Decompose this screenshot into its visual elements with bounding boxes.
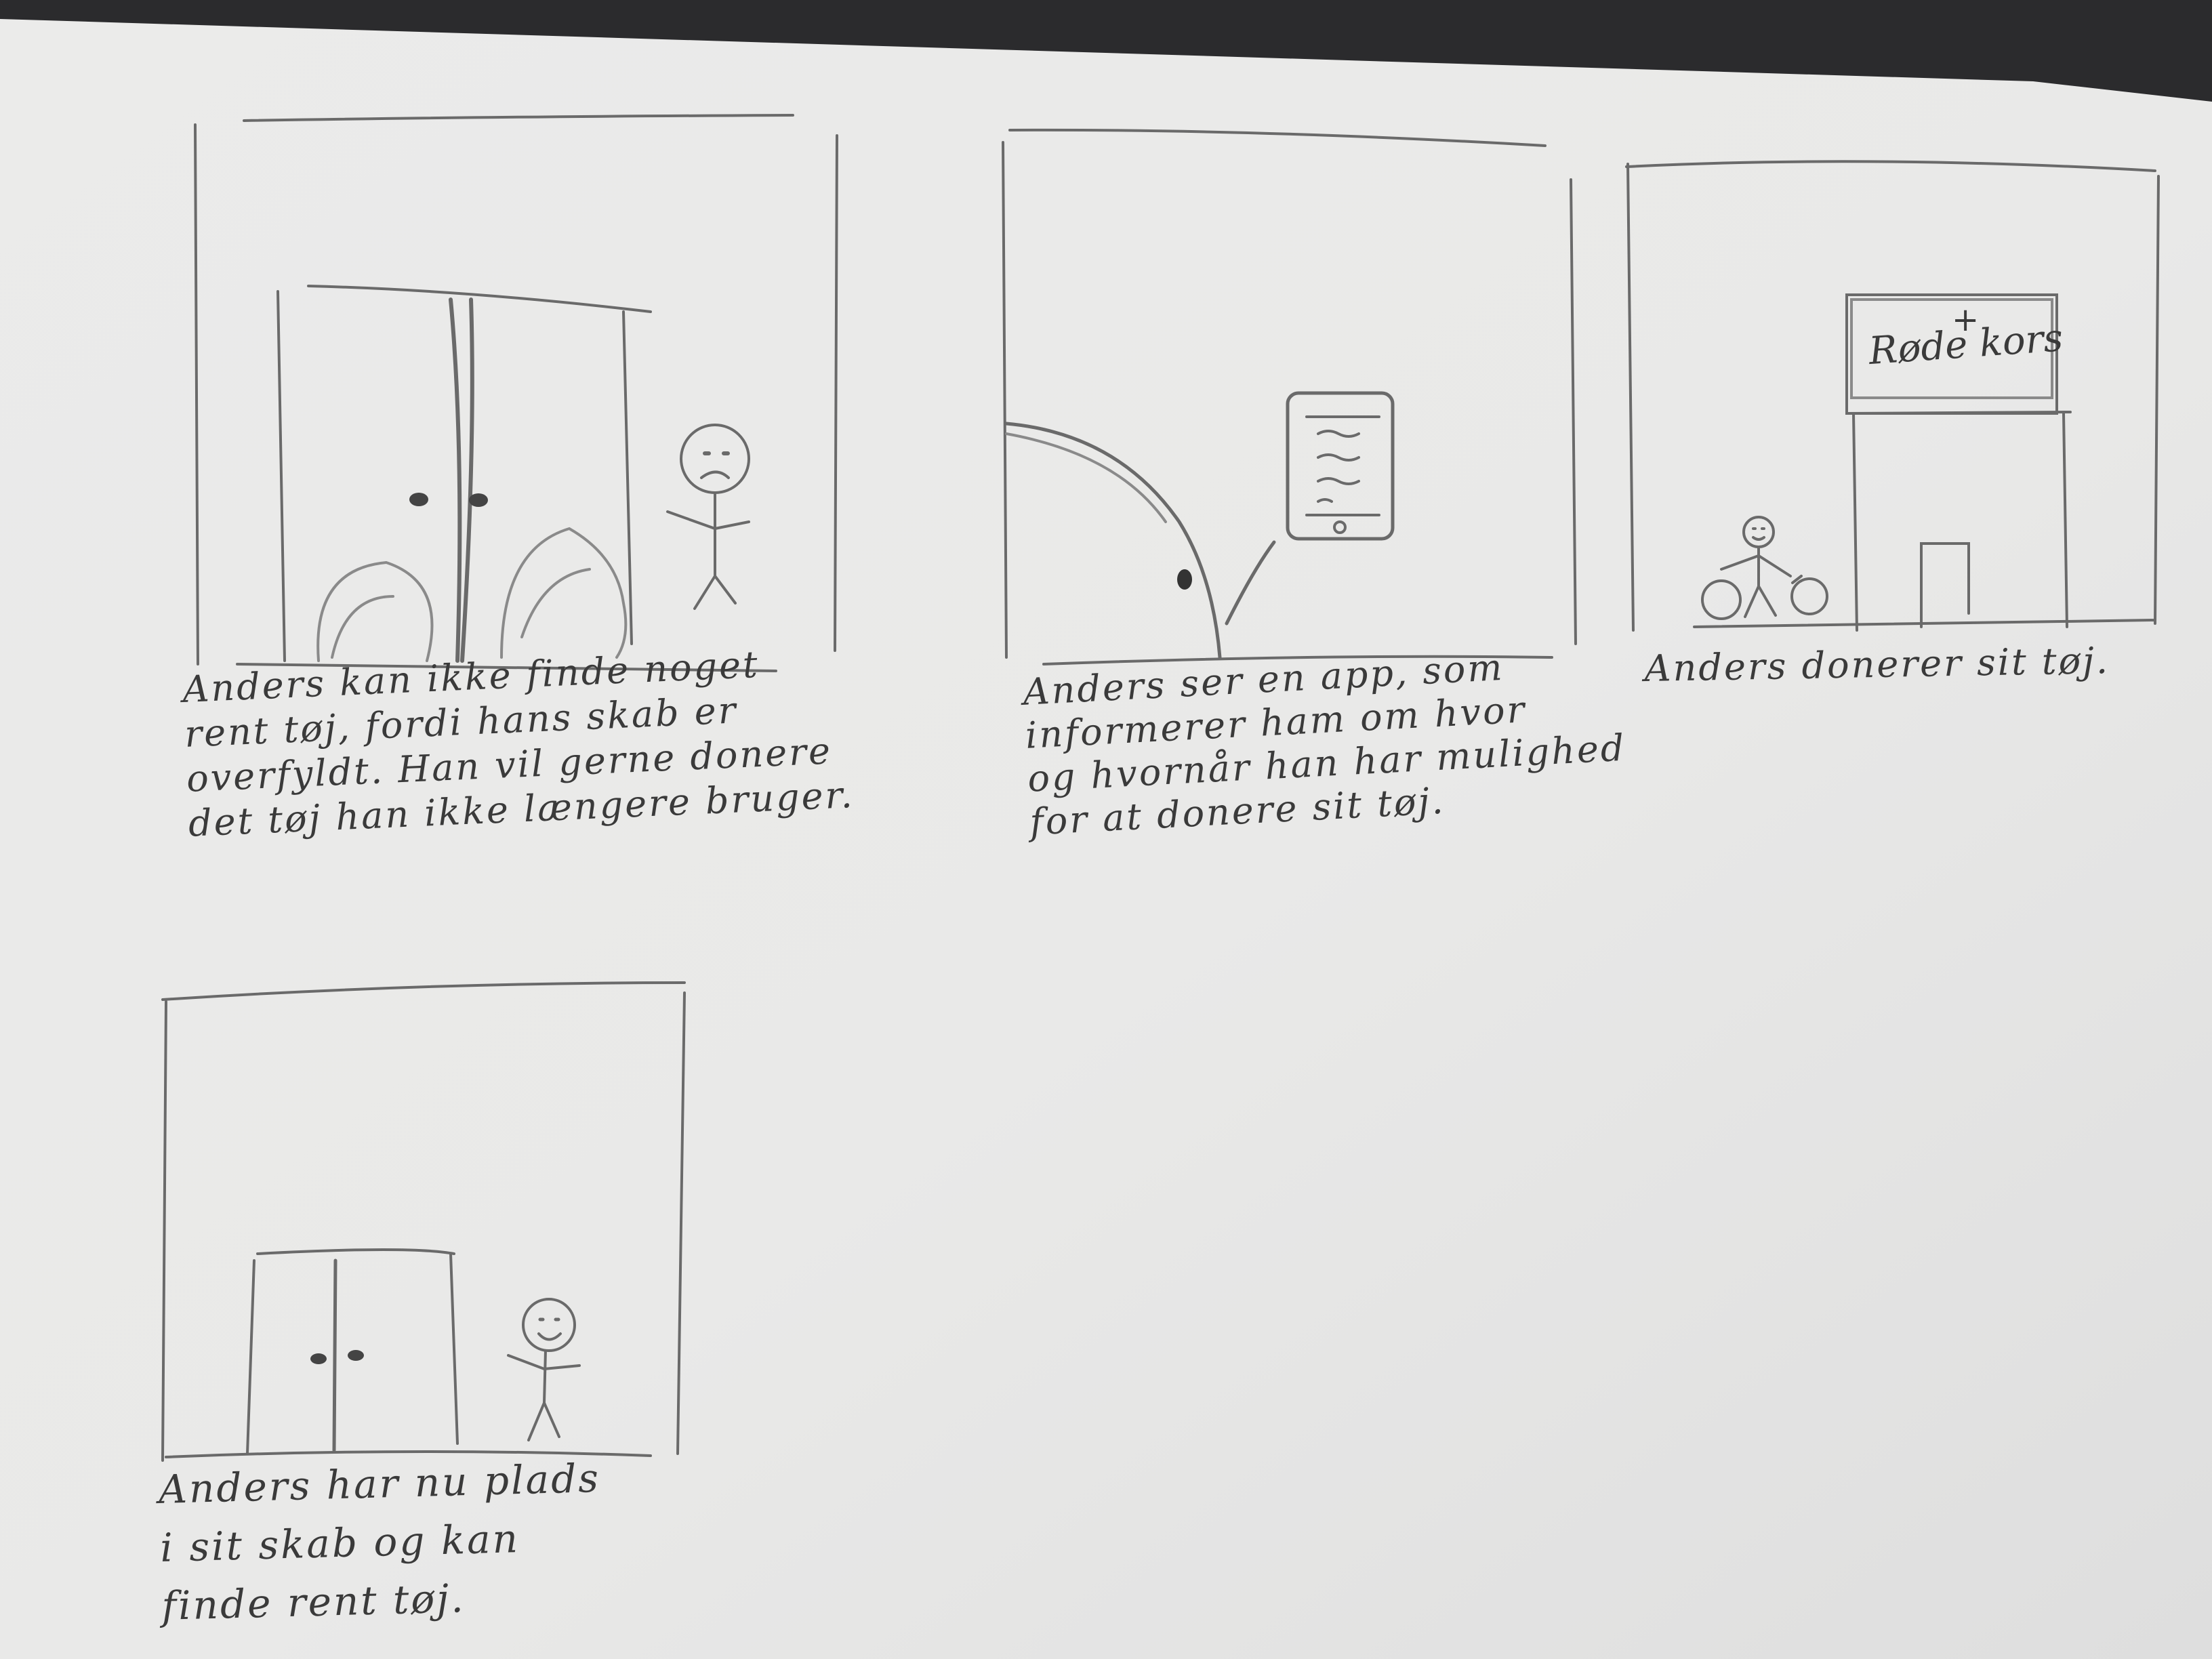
door-knob: [409, 493, 428, 506]
storyboard-photo: Anders kan ikke finde noget rent tøj, fo…: [0, 0, 2212, 1659]
panel-1-caption: Anders kan ikke finde noget rent tøj, fo…: [182, 642, 855, 845]
door-knob: [348, 1350, 364, 1361]
panel-4-caption: Anders har nu plads i sit skab og kan fi…: [158, 1454, 601, 1629]
panel-3: Røde kors + Anders donerer sit tøj.: [1613, 149, 2175, 718]
smartphone-icon: [1286, 391, 1395, 541]
panel-3-drawing: Røde kors +: [1625, 160, 2160, 632]
cross-icon: +: [1952, 301, 1979, 339]
panel-2-caption: Anders ser en app, som informerer ham om…: [1022, 645, 1627, 844]
panel-1: Anders kan ikke finde noget rent tøj, fo…: [182, 108, 855, 922]
panel-4: Anders har nu plads i sit skab og kan fi…: [152, 962, 708, 1647]
door-knob: [310, 1353, 327, 1364]
panel-3-caption: Anders donerer sit tøj.: [1644, 639, 2110, 690]
panel-2: Anders ser en app, som informerer ham om…: [983, 115, 1627, 888]
door-knob: [469, 493, 488, 507]
